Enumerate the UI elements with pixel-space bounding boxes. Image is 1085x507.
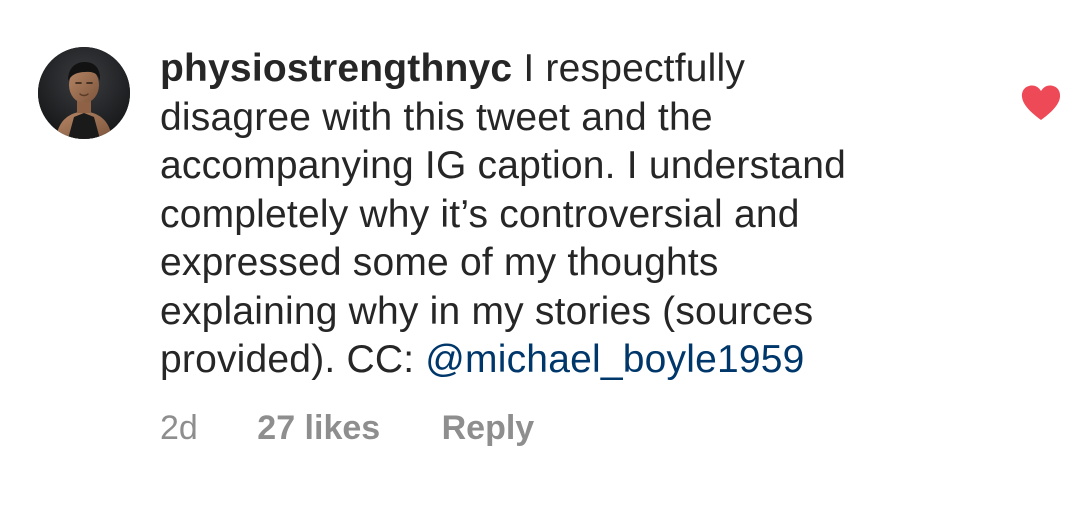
profile-photo-icon [38, 47, 130, 139]
comment: physiostrengthnyc I respectfully disagree… [0, 0, 1085, 507]
comment-line: disagree with this tweet and the [160, 95, 713, 139]
comment-line: completely why it’s controversial and [160, 192, 800, 236]
comment-line: expressed some of my thoughts [160, 241, 719, 284]
likes-count-button[interactable]: 27 likes [257, 406, 380, 450]
username-link[interactable]: physiostrengthnyc [160, 47, 512, 90]
heart-filled-icon [1021, 85, 1061, 120]
avatar[interactable] [38, 47, 130, 139]
comment-line: provided). CC: [160, 338, 426, 381]
reply-button[interactable]: Reply [442, 406, 535, 450]
comment-line: explaining why in my stories (sources [160, 289, 814, 333]
comment-timestamp: 2d [160, 409, 198, 447]
comment-meta: 2d 27 likes Reply [160, 406, 534, 450]
comment-body: physiostrengthnyc I respectfully disagree… [160, 45, 960, 385]
comment-line: I respectfully [523, 47, 746, 90]
comment-text: physiostrengthnyc I respectfully disagree… [160, 45, 960, 385]
like-button[interactable] [1020, 84, 1062, 122]
mention-link[interactable]: @michael_boyle1959 [425, 338, 804, 381]
comment-line: accompanying IG caption. I understand [160, 144, 846, 187]
